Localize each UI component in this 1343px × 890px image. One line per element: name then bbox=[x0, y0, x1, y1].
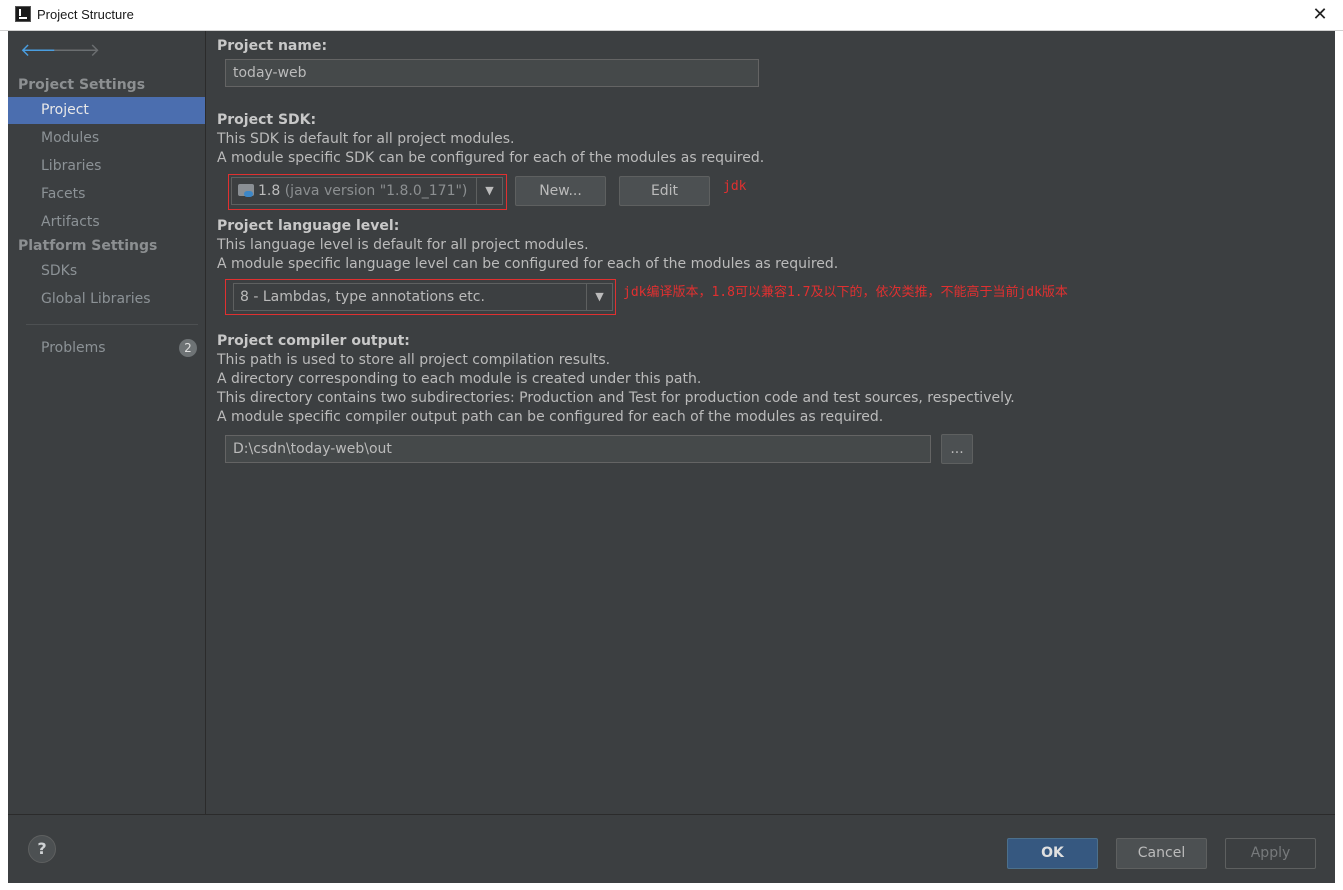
dialog-body: 🡐 🡒 Project Settings Project Modules Lib… bbox=[8, 31, 1335, 883]
cancel-button[interactable]: Cancel bbox=[1116, 838, 1207, 869]
language-level-heading: Project language level: bbox=[217, 218, 400, 234]
dialog-footer: ? OK Cancel Apply bbox=[8, 814, 1335, 883]
sidebar: 🡐 🡒 Project Settings Project Modules Lib… bbox=[8, 31, 206, 814]
project-sdk-desc-2: A module specific SDK can be configured … bbox=[217, 150, 765, 166]
language-level-desc-1: This language level is default for all p… bbox=[217, 237, 589, 253]
title-bar: Project Structure ✕ bbox=[0, 0, 1343, 31]
sidebar-item-facets[interactable]: Facets bbox=[8, 181, 205, 208]
intellij-logo-icon bbox=[15, 6, 31, 22]
project-settings-panel: Project name: today-web Project SDK: Thi… bbox=[217, 31, 1327, 814]
language-level-highlight-box bbox=[225, 279, 616, 315]
ok-button[interactable]: OK bbox=[1007, 838, 1098, 869]
sidebar-item-problems[interactable]: Problems 2 bbox=[8, 335, 205, 362]
compiler-output-path-input[interactable]: D:\csdn\today-web\out bbox=[225, 435, 931, 463]
section-platform-settings: Platform Settings bbox=[18, 238, 158, 254]
sidebar-divider bbox=[26, 324, 198, 325]
compiler-output-desc-2: A directory corresponding to each module… bbox=[217, 371, 702, 387]
compiler-output-desc-3: This directory contains two subdirectori… bbox=[217, 390, 1015, 406]
browse-button[interactable]: ... bbox=[941, 434, 973, 464]
compiler-output-heading: Project compiler output: bbox=[217, 333, 410, 349]
problems-label: Problems bbox=[41, 340, 106, 356]
apply-button[interactable]: Apply bbox=[1225, 838, 1316, 869]
section-project-settings: Project Settings bbox=[18, 77, 146, 93]
project-sdk-heading: Project SDK: bbox=[217, 112, 317, 128]
sidebar-item-artifacts[interactable]: Artifacts bbox=[8, 209, 205, 236]
sidebar-item-project[interactable]: Project bbox=[8, 97, 205, 124]
compiler-output-desc-4: A module specific compiler output path c… bbox=[217, 409, 884, 425]
problems-count-badge: 2 bbox=[179, 339, 197, 357]
new-sdk-button[interactable]: New... bbox=[515, 176, 606, 206]
window-title: Project Structure bbox=[37, 7, 134, 22]
sdk-highlight-box bbox=[228, 174, 507, 210]
close-icon[interactable]: ✕ bbox=[1307, 3, 1333, 27]
project-name-input[interactable]: today-web bbox=[225, 59, 759, 87]
project-sdk-desc-1: This SDK is default for all project modu… bbox=[217, 131, 515, 147]
sidebar-item-sdks[interactable]: SDKs bbox=[8, 258, 205, 285]
sdk-annotation: jdk bbox=[723, 179, 747, 194]
sidebar-item-libraries[interactable]: Libraries bbox=[8, 153, 205, 180]
language-level-desc-2: A module specific language level can be … bbox=[217, 256, 839, 272]
project-name-heading: Project name: bbox=[217, 38, 328, 54]
sidebar-item-global-libraries[interactable]: Global Libraries bbox=[8, 286, 205, 313]
edit-sdk-button[interactable]: Edit bbox=[619, 176, 710, 206]
compiler-output-desc-1: This path is used to store all project c… bbox=[217, 352, 611, 368]
language-level-annotation: jdk编译版本，1.8可以兼容1.7及以下的，依次类推，不能高于当前jdk版本 bbox=[623, 285, 1068, 300]
back-arrow-icon[interactable]: 🡐 bbox=[20, 42, 68, 60]
sidebar-item-modules[interactable]: Modules bbox=[8, 125, 205, 152]
help-icon[interactable]: ? bbox=[28, 835, 56, 863]
forward-arrow-icon[interactable]: 🡒 bbox=[52, 42, 100, 60]
